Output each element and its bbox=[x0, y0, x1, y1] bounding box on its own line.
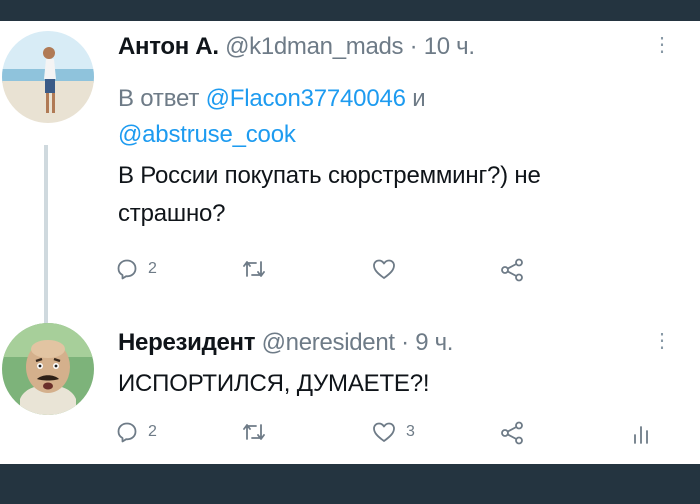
reply-count: 2 bbox=[148, 260, 157, 277]
reply-button[interactable]: 2 bbox=[116, 258, 157, 280]
author-handle[interactable]: @neresident bbox=[262, 329, 395, 356]
mention-link[interactable]: @abstruse_cook bbox=[118, 121, 296, 148]
analytics-button[interactable] bbox=[632, 421, 650, 445]
reply-conjunction: и bbox=[405, 85, 426, 112]
tweet-text: ИСПОРТИЛСЯ, ДУМАЕТЕ?! bbox=[118, 365, 430, 403]
reply-icon bbox=[117, 422, 137, 443]
reply-to-line-2: @abstruse_cook bbox=[118, 121, 296, 149]
like-icon bbox=[373, 422, 395, 442]
reply-icon bbox=[117, 259, 137, 280]
tweet-header: Антон А. @k1dman_mads · 10 ч. bbox=[118, 33, 475, 61]
timestamp[interactable]: 9 ч. bbox=[415, 329, 453, 356]
tweet-thread-card: Антон А. @k1dman_mads · 10 ч. ⋮ В ответ … bbox=[0, 21, 700, 464]
retweet-button[interactable] bbox=[242, 258, 276, 280]
avatar[interactable] bbox=[2, 31, 94, 123]
retweet-button[interactable] bbox=[242, 421, 276, 443]
bottom-bar bbox=[0, 464, 700, 504]
retweet-icon bbox=[243, 261, 265, 277]
separator: · bbox=[394, 329, 416, 356]
share-button[interactable] bbox=[500, 258, 524, 282]
like-count: 3 bbox=[406, 423, 415, 440]
thread-line bbox=[44, 145, 48, 341]
tweet-text-line: ИСПОРТИЛСЯ, ДУМАЕТЕ?! bbox=[118, 370, 430, 397]
author-name[interactable]: Нерезидент bbox=[118, 329, 256, 356]
timestamp[interactable]: 10 ч. bbox=[424, 33, 475, 60]
tweet-header: Нерезидент @neresident · 9 ч. bbox=[118, 329, 453, 357]
author-name[interactable]: Антон А. bbox=[118, 33, 219, 60]
share-button[interactable] bbox=[500, 421, 524, 445]
author-handle[interactable]: @k1dman_mads bbox=[225, 33, 403, 60]
tweet-text-line: страшно? bbox=[118, 200, 226, 227]
retweet-icon bbox=[243, 424, 265, 440]
more-icon[interactable]: ⋮ bbox=[652, 331, 672, 351]
reply-button[interactable]: 2 bbox=[116, 421, 157, 443]
tweet-text: В России покупать сюрстремминг?) не стра… bbox=[118, 157, 541, 233]
more-icon[interactable]: ⋮ bbox=[652, 35, 672, 55]
analytics-icon bbox=[634, 426, 648, 444]
like-icon bbox=[373, 259, 395, 279]
separator: · bbox=[403, 33, 424, 60]
tweet-text-line: В России покупать сюрстремминг?) не bbox=[118, 162, 541, 189]
share-icon bbox=[501, 258, 523, 282]
reply-to-line: В ответ @Flacon37740046 и bbox=[118, 85, 426, 113]
share-icon bbox=[501, 421, 523, 445]
mention-link[interactable]: @Flacon37740046 bbox=[206, 85, 406, 112]
like-button[interactable] bbox=[372, 258, 406, 280]
reply-prefix: В ответ bbox=[118, 85, 206, 112]
reply-count: 2 bbox=[148, 423, 157, 440]
like-button[interactable]: 3 bbox=[372, 421, 415, 443]
avatar[interactable] bbox=[2, 323, 94, 415]
